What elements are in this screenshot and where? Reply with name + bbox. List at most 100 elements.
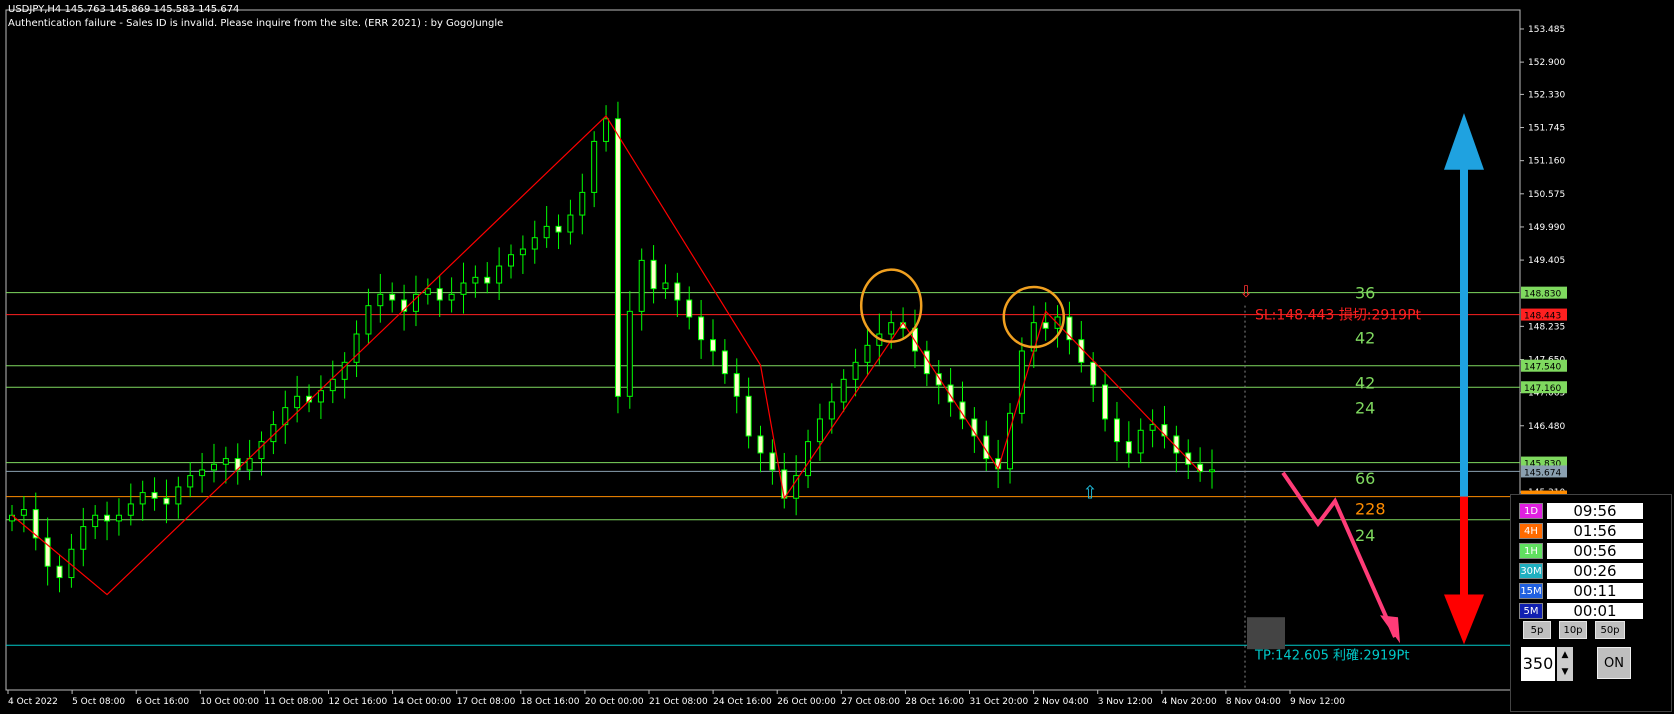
x-tick-label: 21 Oct 08:00 — [649, 697, 708, 707]
points-5-button[interactable]: 5p — [1523, 621, 1551, 639]
x-tick-label: 5 Oct 08:00 — [72, 697, 125, 707]
candle-body — [389, 293, 396, 301]
timer-row-1h: 1H 00:56 — [1519, 543, 1669, 559]
y-tick-label: 149.405 — [1528, 256, 1565, 266]
candle-body — [745, 395, 752, 437]
candle-body — [163, 497, 170, 505]
level-count-label: 24 — [1355, 399, 1375, 418]
candle-body — [626, 310, 633, 397]
candle-body — [139, 492, 146, 505]
tf-countdown: 00:56 — [1547, 543, 1643, 559]
candle-body — [709, 339, 716, 352]
candle-body — [686, 299, 693, 318]
candle-body — [591, 140, 598, 193]
x-tick-label: 4 Nov 20:00 — [1162, 697, 1217, 707]
timer-row-30m: 30M 00:26 — [1519, 563, 1669, 579]
stop-loss-label: SL:148.443 損切:2919Pt — [1255, 308, 1422, 324]
candle-body — [971, 418, 978, 437]
candle-body — [44, 537, 51, 567]
tf-countdown: 00:26 — [1547, 563, 1643, 579]
x-tick-label: 4 Oct 2022 — [8, 697, 58, 707]
x-tick-label: 20 Oct 00:00 — [585, 697, 644, 707]
tf-countdown: 00:11 — [1547, 583, 1643, 599]
candle-body — [222, 458, 229, 465]
candle-body — [614, 118, 621, 397]
shaded-box — [1247, 617, 1285, 650]
candle-body — [448, 293, 455, 301]
candle-body — [199, 469, 206, 477]
plot-frame — [5, 9, 1521, 691]
candle-body — [127, 503, 134, 516]
candle-body — [567, 214, 574, 233]
candle-body — [769, 452, 776, 471]
price-level-tag-label: 148.830 — [1524, 290, 1561, 300]
spin-down-icon[interactable]: ▼ — [1557, 664, 1573, 681]
sell-signal-arrow-icon: ⇩ — [1239, 282, 1252, 301]
candle-body — [840, 378, 847, 403]
candle-body — [828, 401, 835, 420]
candle-body — [603, 118, 610, 142]
lots-input[interactable]: 350 — [1521, 647, 1555, 681]
up-arrow-icon — [1444, 113, 1484, 170]
candle-body — [1209, 469, 1215, 473]
price-level-tag-label: 145.674 — [1524, 468, 1561, 478]
spin-up-icon[interactable]: ▲ — [1557, 647, 1573, 664]
candle-body — [543, 225, 550, 239]
tf-badge: 15M — [1519, 583, 1543, 599]
x-tick-label: 24 Oct 16:00 — [713, 697, 772, 707]
candle-body — [80, 526, 87, 550]
candle-body — [805, 441, 812, 477]
candle-body — [151, 492, 158, 499]
projection-arrowhead-icon — [1380, 615, 1400, 644]
timer-panel: 1D 09:56 4H 01:56 1H 00:56 30M 00:26 15M… — [1510, 494, 1672, 712]
level-count-label: 42 — [1355, 328, 1375, 347]
points-10-button[interactable]: 10p — [1559, 621, 1587, 639]
x-tick-label: 6 Oct 16:00 — [136, 697, 189, 707]
on-button[interactable]: ON — [1597, 647, 1631, 679]
x-tick-label: 17 Oct 08:00 — [457, 697, 516, 707]
price-chart[interactable]: 153.485 152.900 152.330 151.745 151.160 150.5… — [0, 0, 1674, 714]
candle-body — [1149, 424, 1156, 431]
x-tick-label: 28 Oct 16:00 — [905, 697, 964, 707]
tf-badge: 4H — [1519, 523, 1543, 539]
candle-body — [888, 322, 895, 335]
tf-badge: 1D — [1519, 503, 1543, 519]
candle-body — [20, 509, 27, 516]
candle-body — [650, 259, 657, 290]
candle-body — [721, 350, 728, 375]
candle-body — [424, 288, 431, 295]
buy-signal-arrow-icon: ⇧ — [1082, 482, 1097, 503]
candle-body — [436, 288, 443, 301]
down-arrow-icon — [1444, 594, 1484, 645]
timer-row-5m: 5M 00:01 — [1519, 603, 1669, 619]
candle-body — [294, 395, 301, 409]
candle-body — [757, 435, 764, 454]
candle-body — [864, 344, 871, 363]
auth-message: Authentication failure - Sales ID is inv… — [8, 18, 504, 29]
y-tick-label: 146.480 — [1528, 422, 1565, 432]
x-tick-label: 11 Oct 08:00 — [264, 697, 323, 707]
candle-body — [187, 475, 194, 488]
timer-row-1d: 1D 09:56 — [1519, 503, 1669, 519]
candle-body — [1042, 322, 1049, 329]
candle-body — [92, 514, 99, 528]
candle-body — [460, 282, 467, 295]
candle-body — [1018, 350, 1025, 414]
candle-body — [519, 248, 526, 256]
candle-body — [638, 259, 645, 312]
tf-countdown: 00:01 — [1547, 603, 1643, 619]
projection-path — [1281, 471, 1397, 638]
candle-body — [115, 514, 122, 522]
level-count-label: 66 — [1355, 469, 1375, 488]
y-tick-label: 152.330 — [1528, 90, 1565, 100]
x-tick-label: 8 Nov 04:00 — [1226, 697, 1281, 707]
candle-body — [496, 265, 503, 284]
candle-body — [365, 305, 372, 335]
candle-body — [508, 254, 515, 267]
x-tick-label: 31 Oct 20:00 — [970, 697, 1029, 707]
candle-body — [104, 514, 111, 522]
y-tick-label: 151.745 — [1528, 124, 1565, 134]
candle-body — [733, 373, 740, 397]
y-tick-label: 150.575 — [1528, 190, 1565, 200]
points-50-button[interactable]: 50p — [1595, 621, 1625, 639]
